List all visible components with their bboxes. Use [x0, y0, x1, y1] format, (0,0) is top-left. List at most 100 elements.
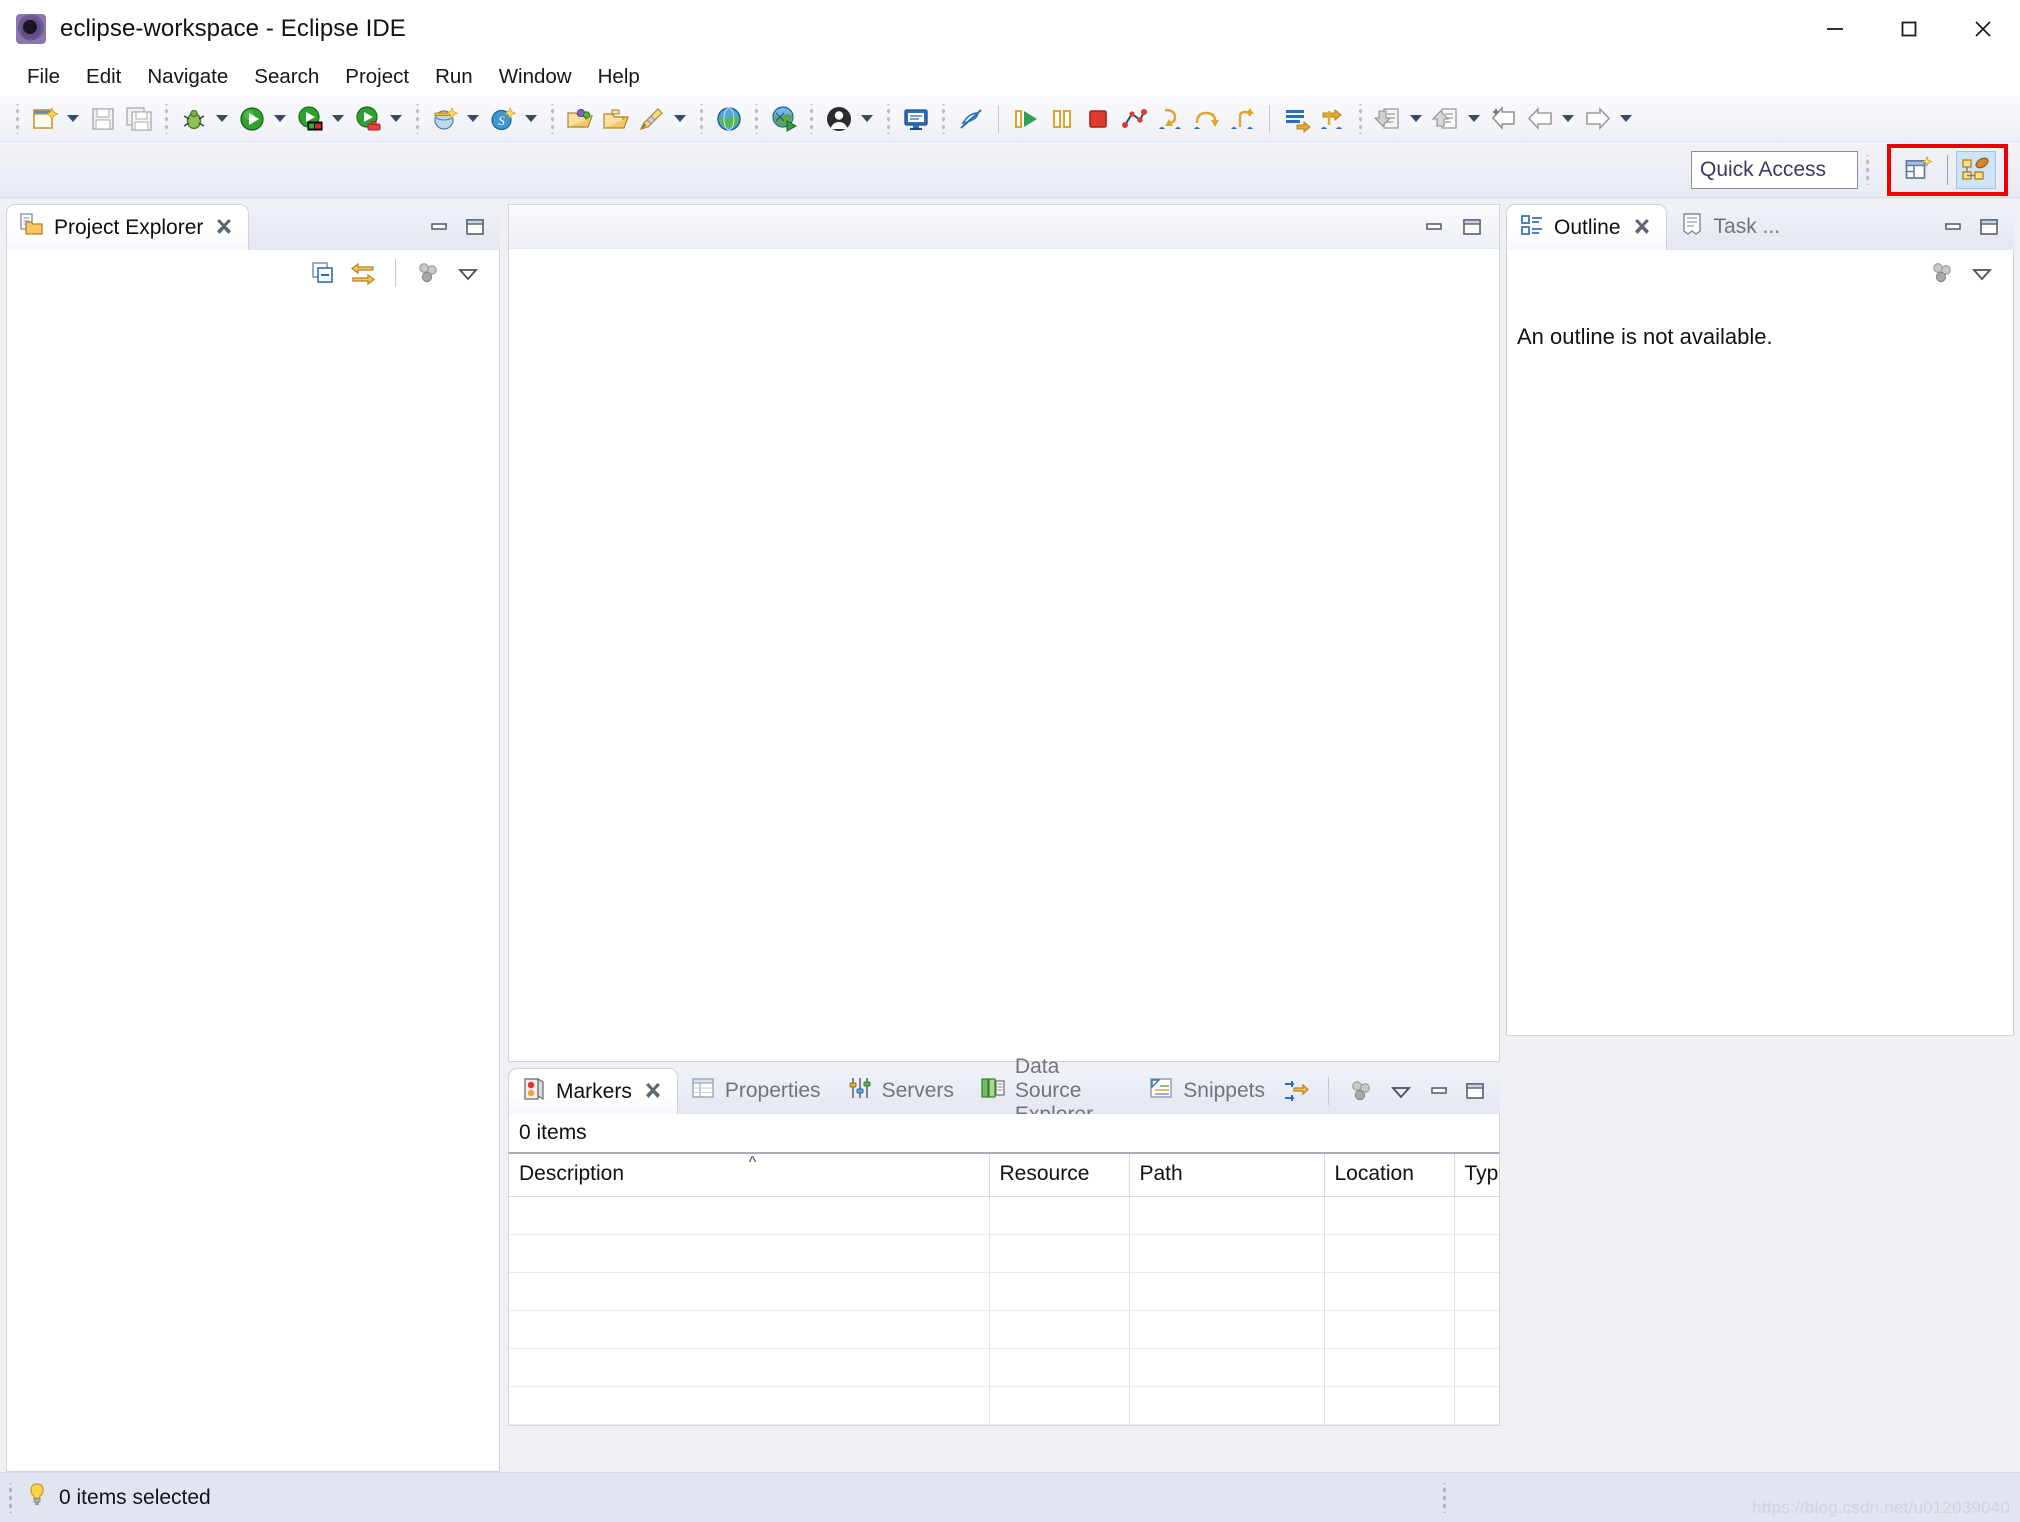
- edit-pen-icon[interactable]: [635, 102, 669, 136]
- toolbar-grip[interactable]: [752, 104, 761, 134]
- tab-data-source-explorer[interactable]: Data Source Explorer: [968, 1068, 1136, 1114]
- view-maximize-icon[interactable]: [460, 212, 490, 242]
- menu-navigate[interactable]: Navigate: [134, 62, 241, 92]
- new-wizard-icon[interactable]: [28, 102, 62, 136]
- status-bar-grip-right[interactable]: [1440, 1483, 1449, 1513]
- run-coverage-icon[interactable]: [351, 102, 385, 136]
- user-dropdown-arrow-icon[interactable]: [857, 102, 877, 136]
- column-header-location[interactable]: Location: [1324, 1153, 1454, 1197]
- toolbar-grip[interactable]: [807, 104, 816, 134]
- run-dropdown-arrow-icon[interactable]: [270, 102, 290, 136]
- status-bar-grip[interactable]: [6, 1483, 15, 1513]
- tab-markers[interactable]: Markers: [508, 1068, 678, 1114]
- step-return-icon[interactable]: [1225, 102, 1259, 136]
- column-header-path[interactable]: Path: [1129, 1153, 1324, 1197]
- table-row[interactable]: [509, 1349, 1500, 1387]
- disconnect-icon[interactable]: [1117, 102, 1151, 136]
- back-dropdown-arrow-icon[interactable]: [1558, 102, 1578, 136]
- terminate-icon[interactable]: [1081, 102, 1115, 136]
- run-icon[interactable]: [235, 102, 269, 136]
- menu-project[interactable]: Project: [332, 62, 422, 92]
- previous-edit-icon[interactable]: [1371, 102, 1405, 136]
- coverage-dropdown-arrow-icon[interactable]: [386, 102, 406, 136]
- web-browser-icon[interactable]: [712, 102, 746, 136]
- editor-minimize-icon[interactable]: [1419, 212, 1449, 242]
- step-into-icon[interactable]: [1153, 102, 1187, 136]
- next-edit-icon[interactable]: [1429, 102, 1463, 136]
- toolbar-grip[interactable]: [697, 104, 706, 134]
- new-java-package-icon[interactable]: [428, 102, 462, 136]
- close-icon[interactable]: [643, 1082, 663, 1102]
- step-over-icon[interactable]: [1189, 102, 1223, 136]
- view-minimize-icon[interactable]: [424, 212, 454, 242]
- tab-project-explorer[interactable]: Project Explorer: [6, 204, 249, 250]
- perspective-toolbar-grip[interactable]: [1863, 155, 1872, 185]
- view-minimize-icon[interactable]: [1424, 1076, 1454, 1106]
- view-menu-icon[interactable]: [1965, 256, 1999, 290]
- tab-snippets[interactable]: Snippets: [1136, 1068, 1279, 1114]
- column-header-resource[interactable]: Resource: [989, 1153, 1129, 1197]
- skip-breakpoints-icon[interactable]: [954, 102, 988, 136]
- new-java-dropdown-arrow-icon[interactable]: [463, 102, 483, 136]
- view-menu-icon[interactable]: [1384, 1074, 1418, 1108]
- debug-dropdown-arrow-icon[interactable]: [212, 102, 232, 136]
- tab-properties[interactable]: Properties: [678, 1068, 835, 1114]
- menu-help[interactable]: Help: [585, 62, 653, 92]
- run-on-server-icon[interactable]: [767, 102, 801, 136]
- toolbar-grip[interactable]: [548, 104, 557, 134]
- view-menu-focus-icon[interactable]: [1925, 256, 1959, 290]
- table-row[interactable]: [509, 1197, 1500, 1235]
- view-menu-icon[interactable]: [451, 256, 485, 290]
- view-menu-focus-icon[interactable]: [1344, 1074, 1378, 1108]
- debug-bug-icon[interactable]: [177, 102, 211, 136]
- save-icon[interactable]: [86, 102, 120, 136]
- forward-arrow-icon[interactable]: [1581, 102, 1615, 136]
- toolbar-grip[interactable]: [13, 104, 22, 134]
- tab-servers[interactable]: Servers: [835, 1068, 968, 1114]
- toolbar-grip[interactable]: [939, 104, 948, 134]
- resume-icon[interactable]: [1009, 102, 1043, 136]
- editor-canvas[interactable]: [509, 249, 1499, 1061]
- view-minimize-icon[interactable]: [1938, 212, 1968, 242]
- back-history-star-icon[interactable]: [1487, 102, 1521, 136]
- forward-dropdown-arrow-icon[interactable]: [1616, 102, 1636, 136]
- close-icon[interactable]: [214, 218, 234, 238]
- back-arrow-icon[interactable]: [1523, 102, 1557, 136]
- menu-run[interactable]: Run: [422, 62, 486, 92]
- quick-access-input[interactable]: [1691, 151, 1858, 189]
- menu-file[interactable]: File: [14, 62, 73, 92]
- view-maximize-icon[interactable]: [1460, 1076, 1490, 1106]
- user-account-icon[interactable]: [822, 102, 856, 136]
- column-header-type[interactable]: Type: [1454, 1153, 1500, 1197]
- previous-edit-dropdown-arrow-icon[interactable]: [1406, 102, 1426, 136]
- suspend-icon[interactable]: [1045, 102, 1079, 136]
- open-task-icon[interactable]: [599, 102, 633, 136]
- group-by-icon[interactable]: [1279, 1074, 1313, 1108]
- editor-maximize-icon[interactable]: [1457, 212, 1487, 242]
- project-explorer-tree[interactable]: [6, 296, 500, 1472]
- open-perspective-icon[interactable]: [1899, 151, 1939, 189]
- toolbar-grip[interactable]: [162, 104, 171, 134]
- run-external-tools-icon[interactable]: [293, 102, 327, 136]
- table-row[interactable]: [509, 1387, 1500, 1425]
- close-icon[interactable]: [1632, 218, 1652, 238]
- link-with-editor-icon[interactable]: [346, 256, 380, 290]
- last-edit-location-icon[interactable]: [1280, 102, 1314, 136]
- column-header-description[interactable]: ^ Description: [509, 1153, 989, 1197]
- toolbar-grip[interactable]: [413, 104, 422, 134]
- view-maximize-icon[interactable]: [1974, 212, 2004, 242]
- external-tools-dropdown-arrow-icon[interactable]: [328, 102, 348, 136]
- menu-search[interactable]: Search: [241, 62, 332, 92]
- open-type-icon[interactable]: [563, 102, 597, 136]
- new-wizard-dropdown-arrow-icon[interactable]: [63, 102, 83, 136]
- save-all-icon[interactable]: [122, 102, 156, 136]
- tab-outline[interactable]: Outline: [1506, 204, 1667, 250]
- collapse-all-icon[interactable]: [306, 256, 340, 290]
- close-icon[interactable]: [1946, 0, 2020, 58]
- console-icon[interactable]: [899, 102, 933, 136]
- next-edit-dropdown-arrow-icon[interactable]: [1464, 102, 1484, 136]
- toolbar-grip[interactable]: [1356, 104, 1365, 134]
- view-menu-focus-icon[interactable]: [411, 256, 445, 290]
- table-row[interactable]: [509, 1235, 1500, 1273]
- maximize-icon[interactable]: [1872, 0, 1946, 58]
